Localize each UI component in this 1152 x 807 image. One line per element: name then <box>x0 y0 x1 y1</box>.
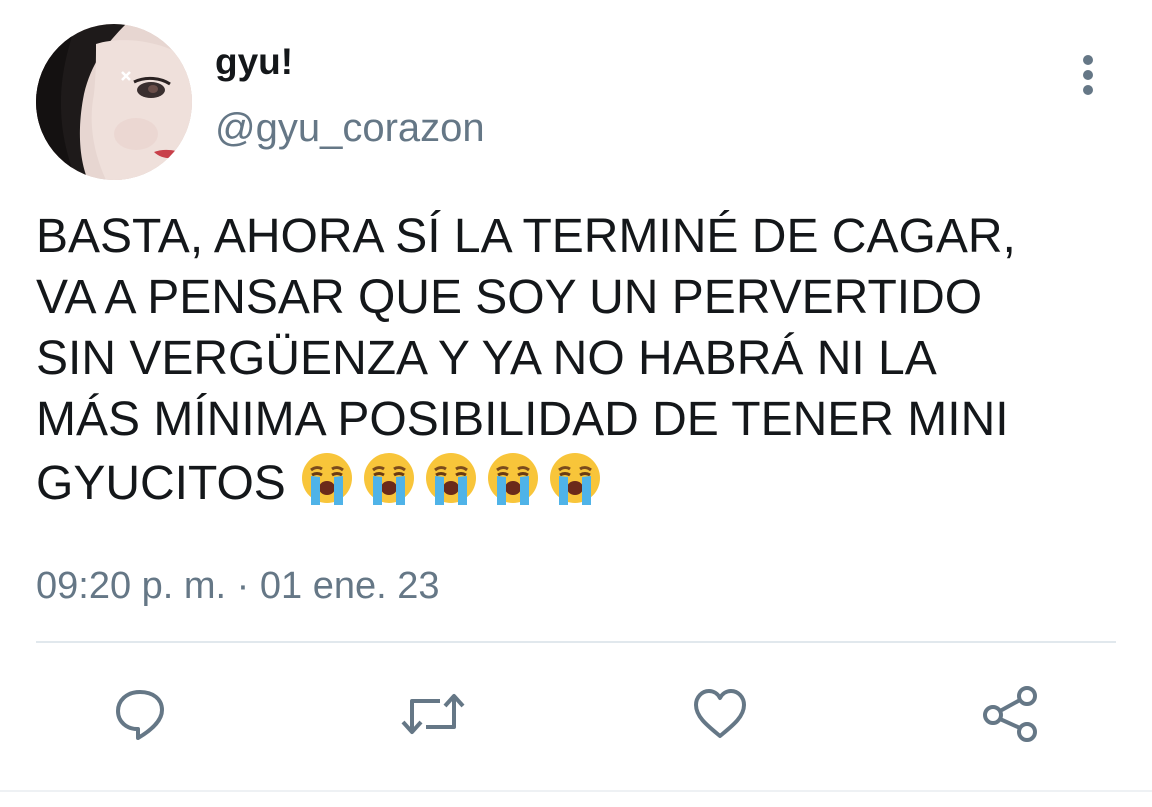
like-button[interactable] <box>690 684 750 744</box>
reply-icon <box>116 690 164 740</box>
tweet-text-line: VA A PENSAR QUE SOY UN PERVERTIDO <box>36 271 983 324</box>
retweet-icon <box>401 694 465 734</box>
tweet-text-line: GYUCITOS <box>36 457 286 510</box>
loudly-crying-face-icon <box>425 453 476 505</box>
display-name[interactable]: gyu! <box>215 40 293 84</box>
tweet-text: BASTA, AHORA SÍ LA TERMINÉ DE CAGAR, VA … <box>36 206 1126 523</box>
share-button[interactable] <box>980 684 1040 744</box>
heart-icon <box>694 689 746 738</box>
loudly-crying-face-icon <box>549 453 600 505</box>
reply-button[interactable] <box>110 684 170 744</box>
vertical-dots-icon <box>1083 55 1093 95</box>
emoji-row <box>298 450 608 523</box>
divider <box>0 790 1152 792</box>
share-icon <box>983 686 1037 742</box>
retweet-button[interactable] <box>400 684 465 744</box>
more-options-button[interactable] <box>1068 52 1108 100</box>
user-handle[interactable]: @gyu_corazon <box>215 104 485 152</box>
tweet-text-line: BASTA, AHORA SÍ LA TERMINÉ DE CAGAR, <box>36 210 1016 263</box>
loudly-crying-face-icon <box>363 453 414 505</box>
loudly-crying-face-icon <box>487 453 538 505</box>
tweet-text-line: SIN VERGÜENZA Y YA NO HABRÁ NI LA <box>36 332 937 385</box>
loudly-crying-face-icon <box>301 453 352 505</box>
avatar[interactable] <box>36 24 192 180</box>
tweet-card: gyu! @gyu_corazon BASTA, AHORA SÍ LA TER… <box>0 0 1152 807</box>
tweet-text-line: MÁS MÍNIMA POSIBILIDAD DE TENER MINI <box>36 393 1009 446</box>
tweet-timestamp[interactable]: 09:20 p. m. · 01 ene. 23 <box>36 562 440 610</box>
divider <box>36 641 1116 643</box>
